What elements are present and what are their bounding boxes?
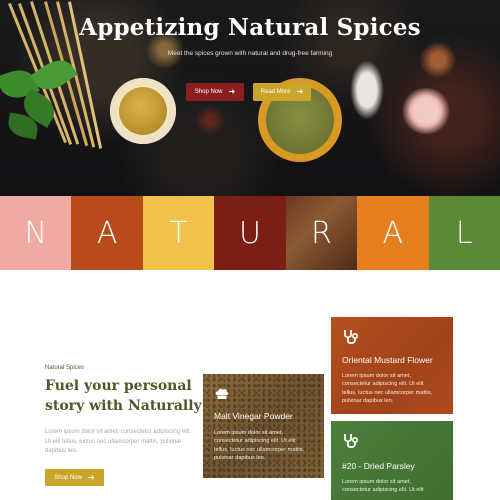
- card-body: Lorem ipsum dolor sit amet, consectetur …: [342, 479, 424, 494]
- letter: T: [169, 215, 188, 251]
- letter: R: [310, 215, 332, 251]
- letter: U: [238, 215, 261, 251]
- letter: A: [96, 215, 118, 251]
- arrow-right-icon: ➜: [296, 87, 304, 96]
- card-body: Lorem ipsum dolor sit amet, consectetur …: [214, 430, 305, 462]
- card-malt-vinegar[interactable]: Malt Vinegar Powder Lorem ipsum dolor si…: [203, 374, 324, 478]
- letter-tile: U: [214, 196, 286, 270]
- chef-hat-icon: [215, 388, 229, 399]
- arrow-right-icon: ➜: [228, 87, 236, 96]
- letter-tile: L: [428, 196, 500, 270]
- letter-tile: A: [357, 196, 429, 270]
- petals-image: [400, 88, 452, 134]
- shop-now-button[interactable]: Shop Now ➜: [186, 83, 244, 101]
- arrow-right-icon: ➜: [87, 472, 95, 482]
- hero-title: Appetizing Natural Spices: [79, 14, 421, 41]
- natural-letter-strip: N A T U R A L: [0, 196, 500, 270]
- shop-now-label: Shop Now: [194, 89, 223, 95]
- hero-subtitle: Meet the spices grown with natural and d…: [167, 50, 333, 57]
- stethoscope-icon: [344, 434, 359, 449]
- card-title: #20 - Dried Parsley: [342, 461, 415, 471]
- letter: A: [382, 215, 404, 251]
- card-title: Oriental Mustard Flower: [342, 355, 433, 365]
- section-paragraph: Lorem ipsum dolor sit amet, consectetur …: [45, 429, 192, 454]
- letter-tile: A: [71, 196, 143, 270]
- letter: L: [455, 215, 473, 251]
- card-title: Malt Vinegar Powder: [214, 411, 293, 421]
- section-eyebrow: Natural Spices: [45, 365, 85, 371]
- letter-tile: R: [285, 196, 358, 270]
- shop-now-label: Shop Now: [54, 474, 82, 481]
- read-more-label: Read More: [260, 89, 291, 95]
- section-heading: Fuel your personal story with Naturally: [45, 378, 202, 414]
- intro-shop-now-button[interactable]: Shop Now ➜: [45, 469, 104, 486]
- letter: N: [24, 215, 47, 251]
- letter-tile: T: [142, 196, 215, 270]
- hero-banner: Appetizing Natural Spices Meet the spice…: [0, 0, 500, 196]
- card-oriental-mustard[interactable]: Oriental Mustard Flower Lorem ipsum dolo…: [331, 317, 453, 414]
- letter-tile: N: [0, 196, 72, 270]
- card-dried-parsley[interactable]: #20 - Dried Parsley Lorem ipsum dolor si…: [331, 421, 453, 500]
- card-body: Lorem ipsum dolor sit amet, consectetur …: [342, 373, 433, 405]
- read-more-button[interactable]: Read More ➜: [253, 83, 311, 101]
- stethoscope-icon: [344, 330, 359, 345]
